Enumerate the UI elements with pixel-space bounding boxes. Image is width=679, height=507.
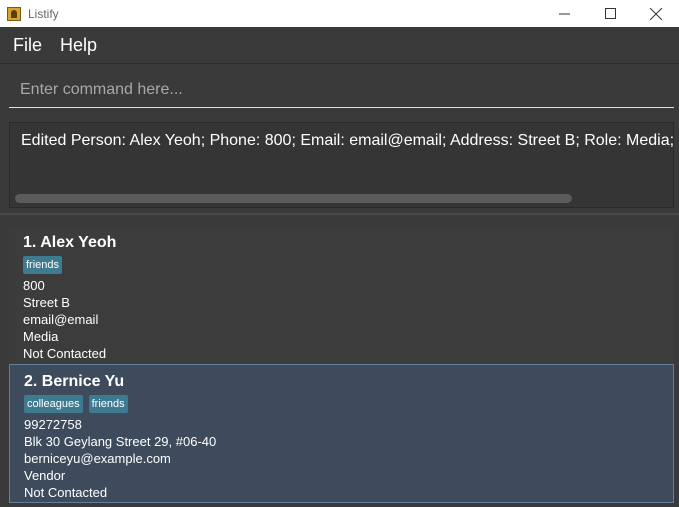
person-address: Blk 30 Geylang Street 29, #06-40 xyxy=(24,434,217,449)
maximize-button[interactable] xyxy=(587,0,633,27)
menu-help[interactable]: Help xyxy=(51,35,106,56)
menu-file[interactable]: File xyxy=(0,35,51,56)
window-title: Listify xyxy=(28,6,59,21)
divider xyxy=(0,213,679,215)
person-role: Media xyxy=(23,329,59,344)
tag: colleagues xyxy=(24,395,83,413)
tag-list: friends xyxy=(23,256,660,274)
person-card-selected[interactable]: 2. Bernice Yu colleagues friends 9927275… xyxy=(9,364,674,503)
person-list[interactable]: 1. Alex Yeoh friends 800 Street B email@… xyxy=(0,216,679,507)
person-role: Vendor xyxy=(24,468,66,483)
person-phone: 800 xyxy=(23,278,45,293)
tag-list: colleagues friends xyxy=(24,395,659,413)
app-icon xyxy=(7,6,21,21)
horizontal-scrollbar[interactable] xyxy=(15,194,572,203)
tag: friends xyxy=(23,256,63,274)
window-controls xyxy=(541,0,679,27)
title-bar: Listify xyxy=(0,0,679,27)
person-card[interactable]: 1. Alex Yeoh friends 800 Street B email@… xyxy=(9,226,674,364)
menu-bar: File Help xyxy=(0,27,679,64)
result-display: Edited Person: Alex Yeoh; Phone: 800; Em… xyxy=(9,122,674,208)
close-icon xyxy=(650,7,662,20)
person-email: berniceyu@example.com xyxy=(24,451,171,466)
minimize-icon xyxy=(558,13,570,15)
person-email: email@email xyxy=(23,312,99,327)
person-address: Street B xyxy=(23,295,70,310)
tag: friends xyxy=(88,395,128,413)
command-input[interactable] xyxy=(9,72,674,108)
person-status: Not Contacted xyxy=(23,346,107,361)
result-message: Edited Person: Alex Yeoh; Phone: 800; Em… xyxy=(21,132,674,149)
minimize-button[interactable] xyxy=(541,0,587,27)
person-status: Not Contacted xyxy=(24,485,108,500)
person-name: 1. Alex Yeoh xyxy=(23,234,117,251)
person-phone: 99272758 xyxy=(24,417,82,432)
person-name: 2. Bernice Yu xyxy=(24,373,125,390)
maximize-icon xyxy=(604,8,616,19)
command-box xyxy=(0,64,679,114)
close-button[interactable] xyxy=(633,0,679,27)
